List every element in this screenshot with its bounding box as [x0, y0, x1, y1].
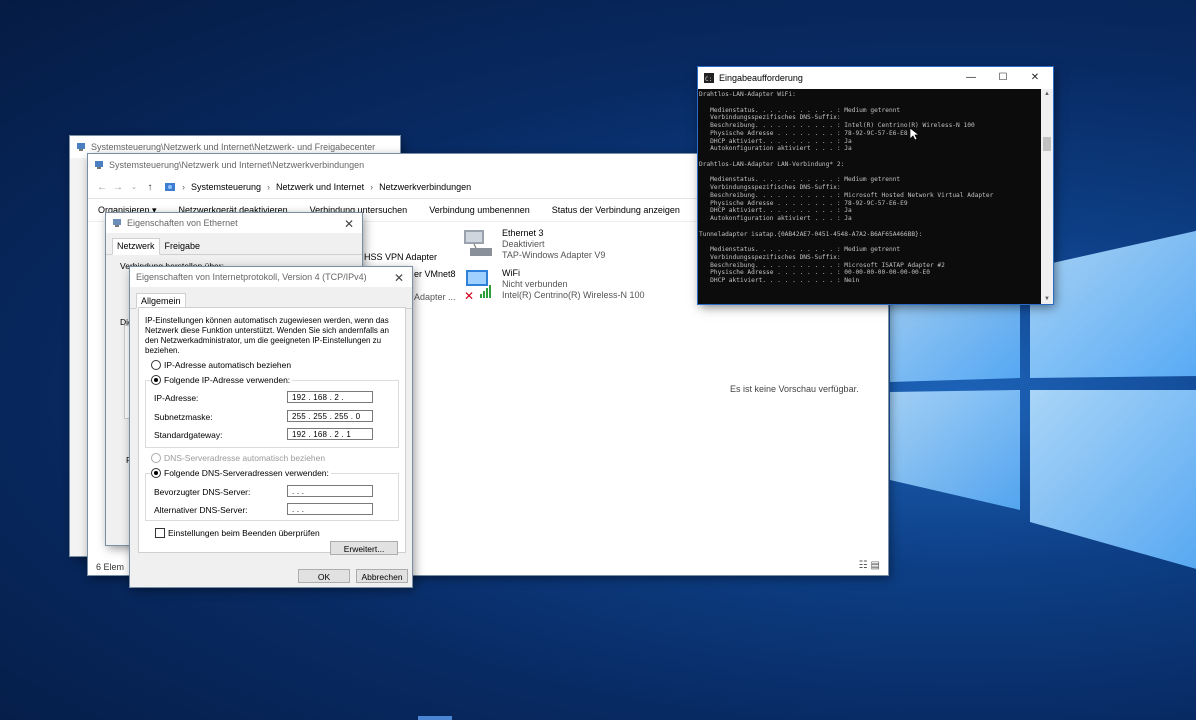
recent-chevron-icon[interactable]: ⌄ [126, 183, 142, 191]
network-icon [76, 142, 86, 152]
close-icon[interactable]: ✕ [1019, 67, 1051, 89]
network-adapter-icon [464, 230, 492, 256]
gateway-label: Standardgateway: [154, 430, 223, 440]
mouse-cursor-icon [910, 128, 919, 141]
ethernet-properties-titlebar[interactable]: Eigenschaften von Ethernet ✕ [106, 213, 362, 233]
dns-alternate-input[interactable]: . . . [287, 503, 373, 515]
back-arrow-icon[interactable]: ← [94, 182, 110, 193]
ip-auto-label: IP-Adresse automatisch beziehen [164, 360, 292, 370]
wifi-adapter-icon: ✕ [464, 270, 491, 302]
breadcrumb-item[interactable]: Systemsteuerung [191, 182, 261, 192]
adapter-ethernet3[interactable]: Ethernet 3 Deaktiviert TAP-Windows Adapt… [462, 228, 605, 261]
ipv4-properties-dialog[interactable]: Eigenschaften von Internetprotokoll, Ver… [130, 267, 412, 587]
adapter-vmnet8[interactable]: er VMnet8 [414, 269, 456, 279]
breadcrumb[interactable]: › Systemsteuerung › Netzwerk und Interne… [164, 182, 471, 193]
network-icon [94, 160, 104, 170]
breadcrumb-item[interactable]: Netzwerkverbindungen [379, 182, 471, 192]
scroll-thumb[interactable] [1043, 137, 1051, 151]
advanced-button[interactable]: Erweitert... [330, 541, 398, 555]
gateway-input[interactable]: 192 . 168 . 2 . 1 [287, 428, 373, 440]
subnet-mask-input[interactable]: 255 . 255 . 255 . 0 [287, 410, 373, 422]
minimize-icon[interactable]: — [955, 67, 987, 89]
ipv4-properties-title: Eigenschaften von Internetprotokoll, Ver… [136, 272, 367, 282]
cmd-icon: C: [704, 73, 714, 83]
radio-indicator [151, 453, 161, 463]
validate-settings-label: Einstellungen beim Beenden überprüfen [168, 528, 320, 538]
dns-manual-radio[interactable]: Folgende DNS-Serveradressen verwenden: [151, 468, 331, 478]
ip-address-input[interactable]: 192 . 168 . 2 . [287, 391, 373, 403]
console-output[interactable]: Drahtlos-LAN-Adapter WiFi: Medienstatus.… [699, 91, 1037, 303]
dns-manual-label: Folgende DNS-Serveradressen verwenden: [164, 468, 329, 478]
adapter-device: TAP-Windows Adapter V9 [502, 250, 606, 260]
forward-arrow-icon[interactable]: → [110, 182, 126, 193]
scroll-down-icon[interactable]: ▼ [1041, 294, 1053, 304]
checkbox-indicator [155, 528, 165, 538]
ipv4-properties-titlebar[interactable]: Eigenschaften von Internetprotokoll, Ver… [130, 267, 412, 287]
svg-text:C:: C: [705, 76, 712, 83]
ipv4-tabs: Allgemein [130, 287, 412, 309]
tab-freigabe[interactable]: Freigabe [160, 238, 206, 254]
rename-button[interactable]: Verbindung umbenennen [429, 205, 530, 215]
ethernet-properties-title: Eigenschaften von Ethernet [127, 218, 238, 228]
ip-manual-radio[interactable]: Folgende IP-Adresse verwenden: [151, 375, 293, 385]
ethernet-tabs: Netzwerk Freigabe [106, 233, 362, 255]
tab-netzwerk[interactable]: Netzwerk [112, 238, 160, 255]
adapter-name: Ethernet 3 [502, 228, 544, 238]
adapter-name: HSS VPN Adapter [364, 252, 438, 262]
adapter-name: er VMnet8 [414, 269, 456, 279]
close-icon[interactable]: ✕ [392, 271, 406, 285]
adapter-name: Adapter ... [414, 292, 456, 302]
scroll-up-icon[interactable]: ▲ [1041, 89, 1053, 99]
radio-indicator [151, 360, 161, 370]
adapter-name: WiFi [502, 268, 520, 278]
adapter-device: Intel(R) Centrino(R) Wireless-N 100 [502, 290, 645, 300]
ip-address-label: IP-Adresse: [154, 393, 199, 403]
adapter-status: Nicht verbunden [502, 279, 568, 289]
control-panel-title: Systemsteuerung\Netzwerk und Internet\Ne… [91, 142, 376, 152]
command-prompt-title: Eingabeaufforderung [719, 73, 803, 83]
view-toggle-icons[interactable]: ☷ ▤ [859, 560, 880, 571]
radio-indicator [151, 375, 161, 385]
dns-alternate-label: Alternativer DNS-Server: [154, 505, 248, 515]
ipv4-description: IP-Einstellungen können automatisch zuge… [145, 316, 389, 355]
radio-indicator [151, 468, 161, 478]
svg-text:✕: ✕ [464, 289, 474, 302]
adapter-status: Deaktiviert [502, 239, 545, 249]
adapter-hss-vpn[interactable]: HSS VPN Adapter [364, 252, 437, 262]
ip-manual-label: Folgende IP-Adresse verwenden: [164, 375, 291, 385]
dns-auto-label: DNS-Serveradresse automatisch beziehen [164, 453, 326, 463]
dns-preferred-input[interactable]: . . . [287, 485, 373, 497]
adapter-wifi[interactable]: ✕ WiFi Nicht verbunden Intel(R) Centrino… [462, 268, 645, 302]
close-icon[interactable]: ✕ [342, 217, 356, 231]
breadcrumb-item[interactable]: Netzwerk und Internet [276, 182, 364, 192]
dns-auto-radio[interactable]: DNS-Serveradresse automatisch beziehen [151, 453, 325, 463]
maximize-icon[interactable]: ☐ [987, 67, 1019, 89]
view-status-button[interactable]: Status der Verbindung anzeigen [552, 205, 680, 215]
cancel-button[interactable]: Abbrechen [356, 569, 408, 583]
network-connections-title: Systemsteuerung\Netzwerk und Internet\Ne… [109, 160, 365, 170]
adapter-partial[interactable]: Adapter ... [414, 292, 456, 302]
command-prompt-titlebar[interactable]: C: Eingabeaufforderung — ☐ ✕ [698, 67, 1053, 89]
subnet-mask-label: Subnetzmaske: [154, 412, 213, 422]
ipv4-general-panel: IP-Einstellungen können automatisch zuge… [138, 307, 406, 555]
up-arrow-icon[interactable]: ↑ [142, 182, 158, 193]
command-prompt-window[interactable]: C: Eingabeaufforderung — ☐ ✕ Drahtlos-LA… [698, 67, 1053, 304]
validate-settings-checkbox[interactable]: Einstellungen beim Beenden überprüfen [155, 528, 320, 538]
status-bar-count: 6 Elem [96, 562, 125, 572]
ok-button[interactable]: OK [298, 569, 350, 583]
dns-preferred-label: Bevorzugter DNS-Server: [154, 487, 251, 497]
control-panel-icon [165, 182, 175, 191]
preview-pane-text: Es ist keine Vorschau verfügbar. [730, 384, 859, 394]
console-scrollbar[interactable]: ▲ ▼ [1041, 89, 1053, 304]
taskbar-indicator [418, 716, 452, 720]
ethernet-icon [112, 218, 122, 228]
ip-auto-radio[interactable]: IP-Adresse automatisch beziehen [151, 360, 291, 370]
